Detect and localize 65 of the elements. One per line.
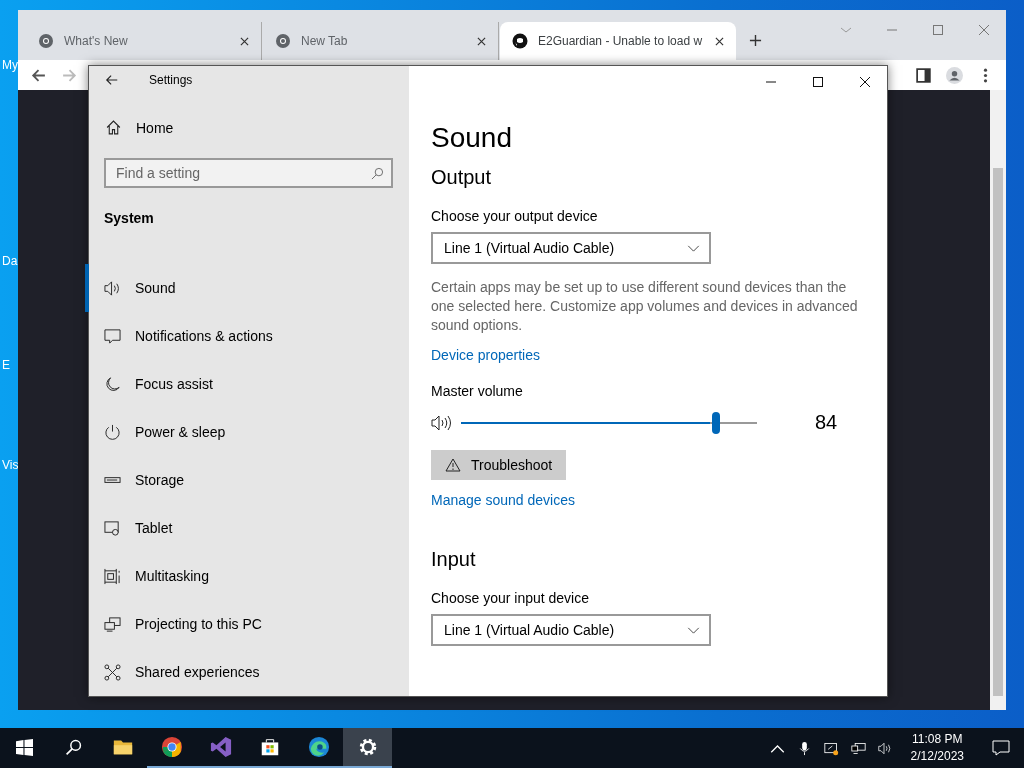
- nav-item[interactable]: Tablet: [85, 504, 409, 552]
- clock-time[interactable]: 11:08 PM: [912, 731, 963, 748]
- slider-thumb[interactable]: [712, 411, 721, 434]
- section-heading: System: [104, 210, 155, 226]
- search-icon[interactable]: [65, 738, 82, 756]
- message-icon: [104, 327, 121, 345]
- chrome-icon: [160, 736, 183, 758]
- browser-tab[interactable]: E2Guardian - Unable to load w: [500, 22, 736, 60]
- windows-logo-icon[interactable]: [16, 738, 33, 756]
- nav-item[interactable]: Storage: [85, 456, 409, 504]
- network-warning-icon[interactable]: [823, 740, 839, 756]
- monitor-icon[interactable]: [850, 740, 866, 756]
- moon-icon: [104, 375, 121, 393]
- edge-icon: [307, 736, 330, 758]
- nav-item[interactable]: Focus assist: [85, 360, 409, 408]
- search-icon: [371, 167, 384, 180]
- power-icon: [104, 423, 121, 441]
- scrollbar[interactable]: [990, 90, 1006, 710]
- link[interactable]: Device properties: [431, 347, 540, 363]
- profile-icon[interactable]: [946, 66, 963, 84]
- field-label: Choose your input device: [431, 590, 589, 606]
- nav-item[interactable]: Notifications & actions: [85, 312, 409, 360]
- maximize-icon[interactable]: [812, 76, 824, 88]
- chevron-down-icon: [687, 244, 700, 252]
- share-icon: [104, 663, 121, 681]
- chrome-icon: [38, 33, 54, 49]
- side-panel-icon[interactable]: [915, 66, 932, 84]
- speaker-icon[interactable]: [877, 740, 893, 756]
- section-heading: Output: [431, 166, 492, 189]
- dropdown[interactable]: Line 1 (Virtual Audio Cable): [431, 614, 711, 646]
- speaker-icon[interactable]: [431, 413, 453, 432]
- nav-item[interactable]: Power & sleep: [85, 408, 409, 456]
- home-link[interactable]: Home: [105, 118, 174, 137]
- close-icon[interactable]: [240, 36, 249, 46]
- nav-item[interactable]: Projecting to this PC: [85, 600, 409, 648]
- field-label: Choose your output device: [431, 208, 598, 224]
- warning-icon: [445, 458, 461, 472]
- dropdown[interactable]: Line 1 (Virtual Audio Cable): [431, 232, 711, 264]
- tablet-icon: [104, 519, 121, 537]
- search-field[interactable]: Find a setting: [104, 158, 393, 188]
- project-icon: [104, 615, 121, 633]
- multitask-icon: [104, 567, 121, 585]
- house-icon: [105, 119, 122, 137]
- troubleshoot-button[interactable]: Troubleshoot: [431, 450, 567, 480]
- nav-item[interactable]: Multitasking: [85, 552, 409, 600]
- back-arrow-icon[interactable]: [105, 73, 119, 88]
- speaker-icon: [104, 279, 121, 297]
- volume-value: 84: [815, 411, 838, 434]
- taskbar-app[interactable]: [343, 728, 392, 768]
- chrome-icon: [275, 33, 291, 49]
- plus-icon[interactable]: [749, 34, 762, 47]
- page-title: Sound: [431, 122, 512, 154]
- chevron-down-icon: [687, 626, 700, 634]
- close-icon[interactable]: [477, 36, 486, 46]
- window-title: Settings: [149, 73, 193, 88]
- nav-item[interactable]: Shared experiences: [85, 648, 409, 696]
- description-text: Certain apps may be set up to use different sound devices than the one selected here. Customize app volumes and devices in advanced sound options.: [431, 278, 859, 335]
- clock-date[interactable]: 2/12/2023: [910, 748, 964, 765]
- close-icon[interactable]: [715, 36, 724, 46]
- close-icon[interactable]: [859, 76, 871, 88]
- studio-icon: [209, 736, 232, 758]
- notification-icon[interactable]: [992, 740, 1010, 756]
- section-heading: Input: [431, 548, 476, 571]
- link[interactable]: Manage sound devices: [431, 492, 575, 508]
- field-label: Master volume: [431, 383, 523, 399]
